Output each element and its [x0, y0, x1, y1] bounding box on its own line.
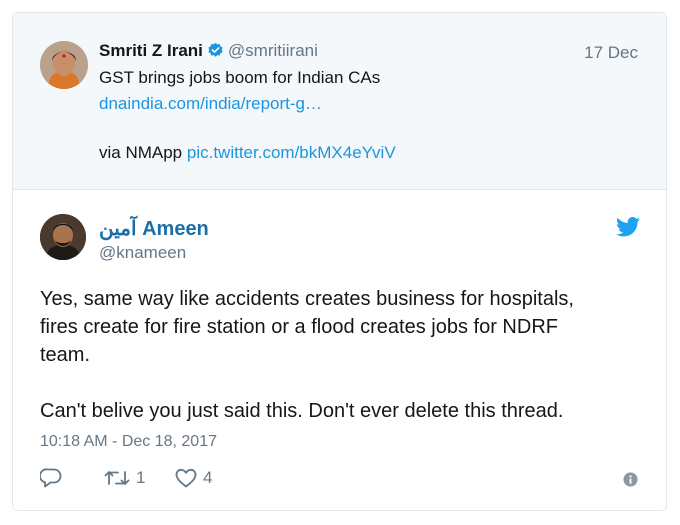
- avatar[interactable]: [40, 41, 88, 89]
- retweet-icon: [104, 468, 130, 488]
- reply-text-line: Can't belive you just said this. Don't e…: [40, 400, 564, 422]
- avatar[interactable]: [40, 214, 86, 260]
- twitter-bird-icon[interactable]: [616, 217, 640, 242]
- article-link[interactable]: dnaindia.com/india/report-g…: [99, 94, 322, 114]
- author-name[interactable]: Smriti Z Irani: [99, 41, 203, 60]
- like-button[interactable]: 4: [175, 468, 212, 488]
- embedded-tweet-card: Smriti Z Irani @smritiirani 17 Dec GST br…: [12, 12, 667, 511]
- via-prefix: via NMApp: [99, 143, 187, 162]
- retweet-count: 1: [136, 468, 146, 487]
- verified-badge-icon: [207, 42, 224, 64]
- reply-icon: [40, 468, 62, 488]
- reply-text-line: team.: [40, 344, 91, 366]
- tweet-date[interactable]: 17 Dec: [584, 43, 638, 63]
- reply-button[interactable]: [40, 468, 62, 488]
- heart-icon: [175, 468, 197, 488]
- retweet-button[interactable]: 1: [104, 468, 145, 488]
- reply-text-line: fires create for fire station or a flood…: [40, 316, 558, 338]
- tweet-actions: 1 4: [40, 468, 640, 490]
- quoted-tweet[interactable]: Smriti Z Irani @smritiirani 17 Dec GST br…: [13, 13, 666, 190]
- like-count: 4: [203, 468, 213, 487]
- via-line: via NMApp pic.twitter.com/bkMX4eYviV: [99, 143, 396, 163]
- info-icon[interactable]: [623, 472, 638, 492]
- pic-link[interactable]: pic.twitter.com/bkMX4eYviV: [187, 143, 396, 162]
- tweet-timestamp[interactable]: 10:18 AM - Dec 18, 2017: [40, 433, 217, 451]
- reply-text-line: Yes, same way like accidents creates bus…: [40, 288, 574, 310]
- author-handle[interactable]: @knameen: [99, 243, 186, 263]
- author-handle[interactable]: @smritiirani: [228, 41, 318, 60]
- author-name[interactable]: آمین Ameen: [99, 216, 209, 241]
- quoted-tweet-text: GST brings jobs boom for Indian CAs: [99, 68, 381, 87]
- quoted-tweet-header: Smriti Z Irani @smritiirani: [99, 41, 318, 64]
